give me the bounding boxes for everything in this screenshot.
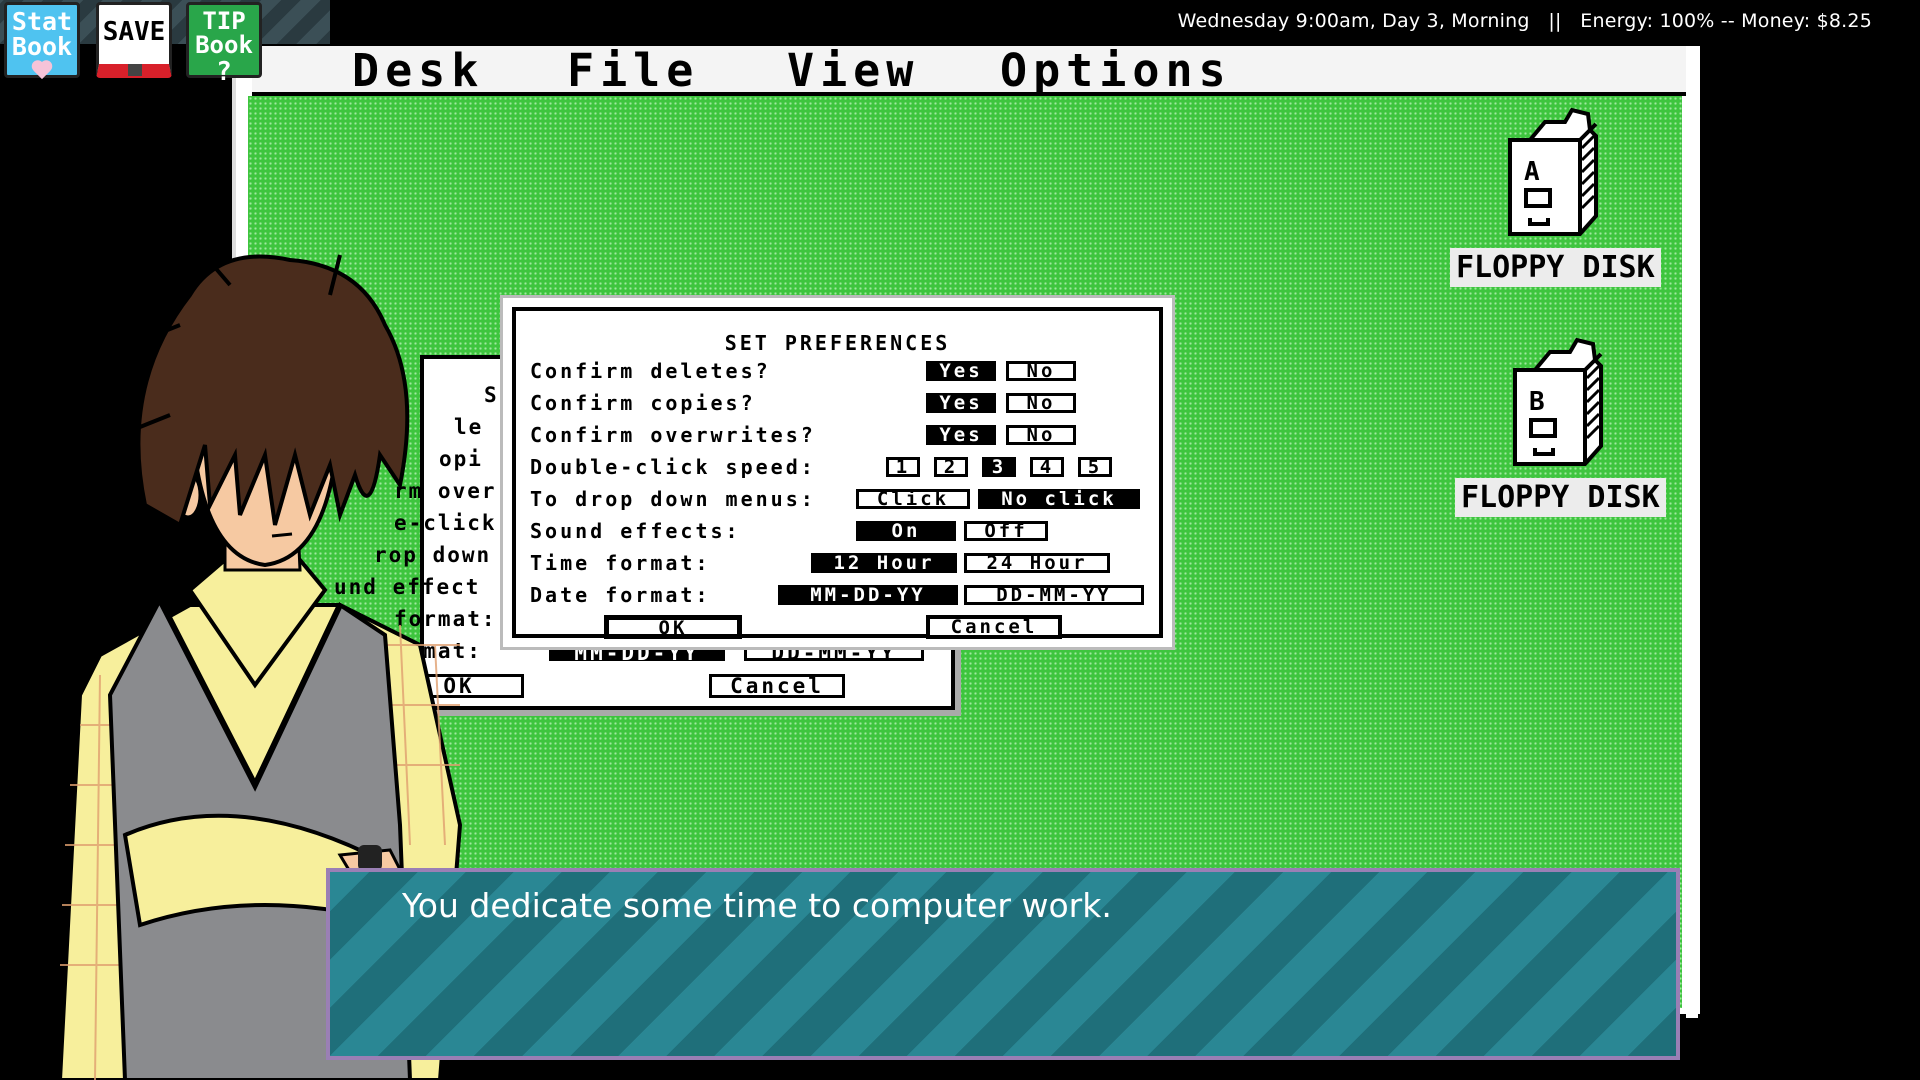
confirm-overwrites-label: Confirm overwrites? (530, 423, 816, 447)
status-readout: Wednesday 9:00am, Day 3, Morning || Ener… (1177, 10, 1872, 32)
back-dialog-cancel: Cancel (709, 674, 845, 698)
drive-letter-a: A (1524, 157, 1540, 187)
monitor-edge (1686, 46, 1698, 1018)
question-mark-icon: ? (216, 57, 232, 87)
confirm-copies-label: Confirm copies? (530, 391, 756, 415)
time-format-label: Time format: (530, 551, 711, 575)
confirm-deletes-no[interactable]: No (1006, 361, 1076, 381)
menu-options[interactable]: Options (1000, 44, 1232, 97)
menu-desk[interactable]: Desk (352, 44, 484, 97)
floppy-disk-icon: B (1513, 337, 1603, 466)
dialog-title: SET PREFERENCES (724, 331, 951, 355)
confirm-copies-no[interactable]: No (1006, 393, 1076, 413)
set-preferences-dialog: SET PREFERENCES Confirm deletes? Yes No … (500, 295, 1175, 650)
confirm-deletes-yes[interactable]: Yes (926, 361, 996, 381)
cancel-button[interactable]: Cancel (926, 615, 1062, 639)
save-label: SAVE (102, 17, 166, 47)
tip-book-button[interactable]: TIP Book ? (186, 2, 262, 85)
menu-bar: Desk File View Options (252, 44, 1686, 97)
drop-down-menus-label: To drop down menus: (530, 487, 816, 511)
double-click-speed-1[interactable]: 1 (886, 457, 920, 477)
date-format-dd-mm-yy[interactable]: DD-MM-YY (964, 585, 1144, 605)
double-click-speed-3[interactable]: 3 (982, 457, 1016, 477)
ok-button[interactable]: OK (604, 615, 742, 639)
tip-book-label-line2: Book (195, 31, 253, 59)
sound-effects-label: Sound effects: (530, 519, 741, 543)
sound-effects-off[interactable]: Off (964, 521, 1048, 541)
double-click-speed-2[interactable]: 2 (934, 457, 968, 477)
date-format-mm-dd-yy[interactable]: MM-DD-YY (778, 585, 958, 605)
drop-down-no-click-option[interactable]: No click (978, 489, 1140, 509)
stat-book-label-line2: Book (11, 32, 73, 61)
set-preferences-frame: SET PREFERENCES Confirm deletes? Yes No … (512, 307, 1163, 639)
dialogue-box[interactable]: You dedicate some time to computer work. (326, 868, 1680, 1060)
double-click-speed-4[interactable]: 4 (1030, 457, 1064, 477)
menu-file[interactable]: File (567, 44, 699, 97)
time-format-24-hour[interactable]: 24 Hour (964, 553, 1110, 573)
floppy-disk-a[interactable]: A (1500, 100, 1600, 250)
floppy-disk-b-label[interactable]: FLOPPY DISK (1455, 478, 1666, 517)
dialogue-text: You dedicate some time to computer work. (402, 886, 1112, 925)
confirm-overwrites-no[interactable]: No (1006, 425, 1076, 445)
floppy-shutter-icon (128, 64, 142, 76)
confirm-overwrites-yes[interactable]: Yes (926, 425, 996, 445)
menu-view[interactable]: View (787, 44, 919, 97)
floppy-disk-a-label[interactable]: FLOPPY DISK (1450, 248, 1661, 287)
date-format-label: Date format: (530, 583, 711, 607)
confirm-copies-yes[interactable]: Yes (926, 393, 996, 413)
floppy-disk-icon: A (1508, 107, 1598, 236)
drive-letter-b: B (1529, 387, 1545, 417)
confirm-deletes-label: Confirm deletes? (530, 359, 771, 383)
save-button[interactable]: SAVE (96, 2, 172, 78)
double-click-speed-label: Double-click speed: (530, 455, 816, 479)
drop-down-click-option[interactable]: Click (856, 489, 970, 509)
sound-effects-on[interactable]: On (856, 521, 956, 541)
stat-book-button[interactable]: Stat Book (4, 2, 80, 78)
time-format-12-hour[interactable]: 12 Hour (811, 553, 957, 573)
heart-icon (31, 61, 53, 81)
double-click-speed-5[interactable]: 5 (1078, 457, 1112, 477)
floppy-disk-b[interactable]: B (1505, 330, 1605, 480)
top-hud: Wednesday 9:00am, Day 3, Morning || Ener… (0, 0, 1920, 44)
